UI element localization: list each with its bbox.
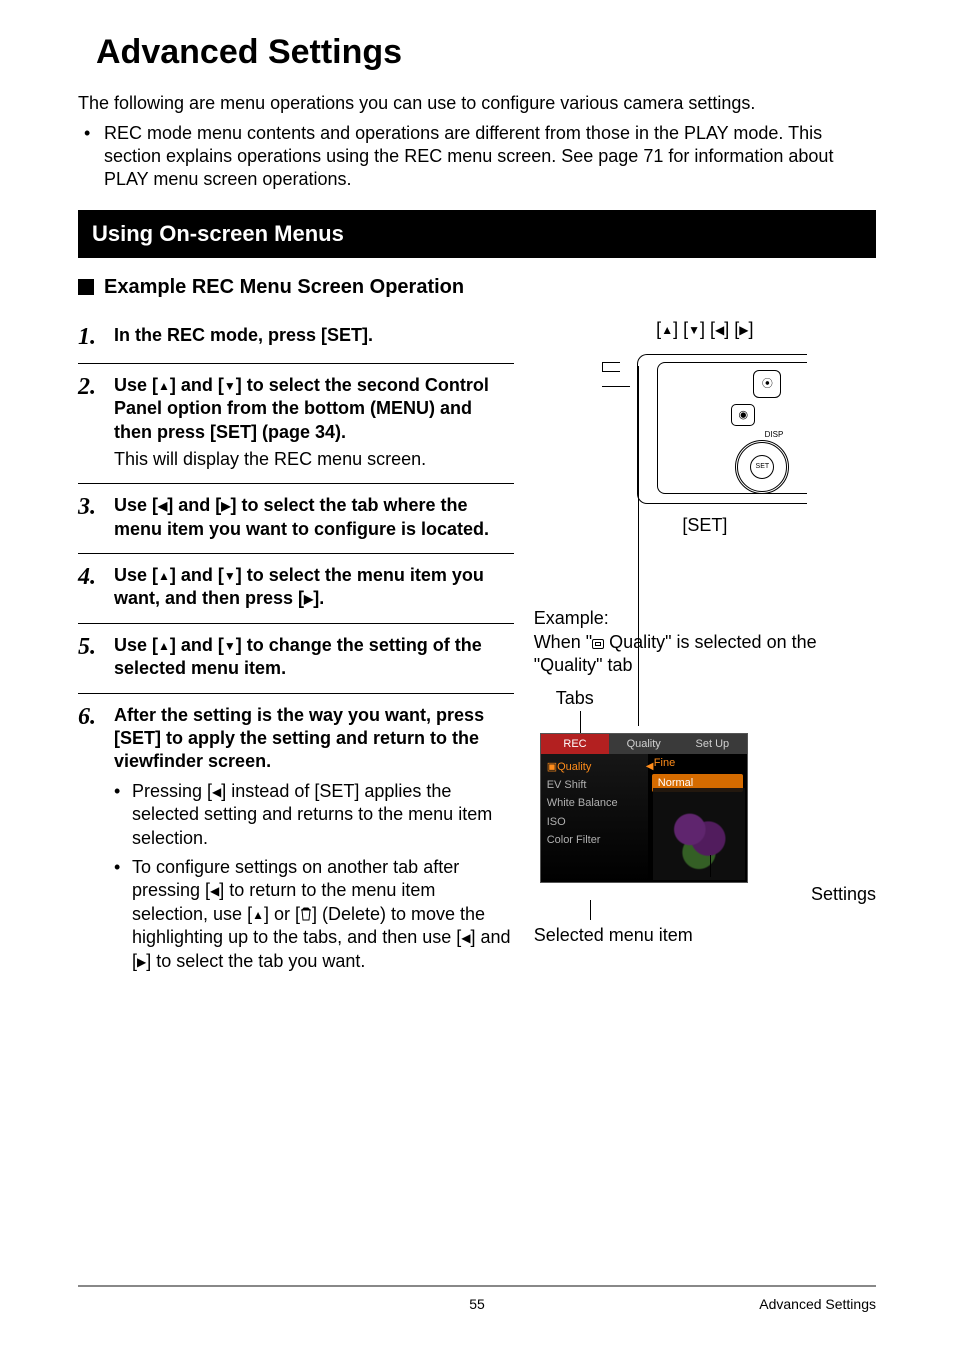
settings-callout-label: Settings [534, 883, 876, 906]
right-triangle-icon: ▶ [137, 955, 146, 971]
step-3: 3. Use [◀] and [▶] to select the tab whe… [78, 483, 514, 553]
bullet-dot: • [84, 122, 104, 192]
disp-label-icon: DISP [765, 430, 784, 440]
up-triangle-icon: ▲ [158, 569, 170, 585]
illustration-column: [▲] [▼] [◀] [▶] ⦿ ◉ DISP SET [SET] Examp… [534, 314, 876, 985]
up-triangle-icon: ▲ [661, 323, 673, 339]
subheading-row: Example REC Menu Screen Operation [78, 274, 876, 300]
page-footer: 55 Advanced Settings [78, 1285, 876, 1313]
step-text: After the setting is the way you want, p… [114, 704, 514, 774]
menu-item-wb: White Balance [547, 794, 642, 812]
step-number: 2. [78, 374, 114, 400]
control-ring-icon: SET [735, 440, 789, 494]
step-text: Use [◀] and [▶] to select the tab where … [114, 494, 514, 541]
step-text: Use [▲] and [▼] to change the setting of… [114, 634, 514, 681]
set-button-label: [SET] [534, 514, 876, 537]
example-caption: Example: When " Quality" is selected on … [534, 607, 876, 677]
page-number: 55 [469, 1295, 485, 1313]
callout-line [580, 711, 582, 733]
page-title: Advanced Settings [96, 30, 876, 74]
step-text: Use [▲] and [▼] to select the second Con… [114, 375, 489, 442]
step-1: 1. In the REC mode, press [SET]. [78, 314, 514, 362]
menu-item-colorfilter: Color Filter [547, 831, 642, 849]
intro-text: The following are menu operations you ca… [78, 92, 876, 115]
camera-button-icon: ◉ [731, 404, 755, 426]
down-triangle-icon: ▼ [224, 379, 236, 395]
menu-tab-quality: Quality [609, 734, 678, 754]
step-note: This will display the REC menu screen. [114, 448, 514, 471]
down-triangle-icon: ▼ [224, 569, 236, 585]
steps-column: 1. In the REC mode, press [SET]. 2. Use … [78, 314, 514, 985]
left-triangle-icon: ◀ [210, 884, 219, 900]
callout-line [710, 855, 712, 877]
selected-item-callout-label: Selected menu item [534, 924, 876, 947]
left-triangle-icon: ◀ [715, 323, 724, 339]
trash-icon [300, 904, 312, 924]
subheading: Example REC Menu Screen Operation [104, 274, 464, 300]
step-number: 1. [78, 324, 114, 350]
step-5: 5. Use [▲] and [▼] to change the setting… [78, 623, 514, 693]
menu-item-quality: ▣Quality [547, 758, 642, 776]
up-triangle-icon: ▲ [158, 639, 170, 655]
step-2: 2. Use [▲] and [▼] to select the second … [78, 363, 514, 484]
intro-bullet: • REC mode menu contents and operations … [84, 122, 876, 192]
direction-keys-label: [▲] [▼] [◀] [▶] [534, 318, 876, 341]
intro-bullet-text: REC mode menu contents and operations ar… [104, 122, 876, 192]
left-arrow-icon: ◀ [646, 760, 654, 773]
up-triangle-icon: ▲ [158, 379, 170, 395]
down-triangle-icon: ▼ [224, 639, 236, 655]
step-number: 4. [78, 564, 114, 590]
quality-icon [592, 639, 604, 649]
step-6: 6. After the setting is the way you want… [78, 693, 514, 985]
menu-screenshot: REC Quality Set Up ▣Quality EV Shift Whi… [540, 733, 748, 883]
square-bullet-icon [78, 279, 94, 295]
menu-item-iso: ISO [547, 813, 642, 831]
right-triangle-icon: ▶ [304, 592, 313, 608]
left-triangle-icon: ◀ [158, 499, 167, 515]
camera-diagram: ⦿ ◉ DISP SET [602, 348, 807, 508]
left-triangle-icon: ◀ [212, 785, 221, 801]
movie-button-icon: ⦿ [753, 370, 781, 398]
step-number: 5. [78, 634, 114, 660]
step-sub-bullet: • To configure settings on another tab a… [114, 856, 514, 973]
section-header: Using On-screen Menus [78, 210, 876, 259]
step-sub-bullet: • Pressing [◀] instead of [SET] applies … [114, 780, 514, 850]
up-triangle-icon: ▲ [252, 908, 264, 924]
step-number: 6. [78, 704, 114, 730]
step-number: 3. [78, 494, 114, 520]
menu-option-fine: Fine [648, 754, 747, 772]
step-text: Use [▲] and [▼] to select the menu item … [114, 564, 514, 611]
menu-tab-setup: Set Up [678, 734, 747, 754]
step-4: 4. Use [▲] and [▼] to select the menu it… [78, 553, 514, 623]
menu-preview-image [653, 788, 745, 880]
down-triangle-icon: ▼ [688, 323, 700, 339]
menu-tab-rec: REC [541, 734, 610, 754]
callout-line [590, 900, 592, 920]
step-text: In the REC mode, press [SET]. [114, 324, 514, 347]
footer-section-title: Advanced Settings [759, 1295, 876, 1313]
menu-item-ev: EV Shift [547, 776, 642, 794]
tabs-callout-label: Tabs [556, 687, 876, 710]
